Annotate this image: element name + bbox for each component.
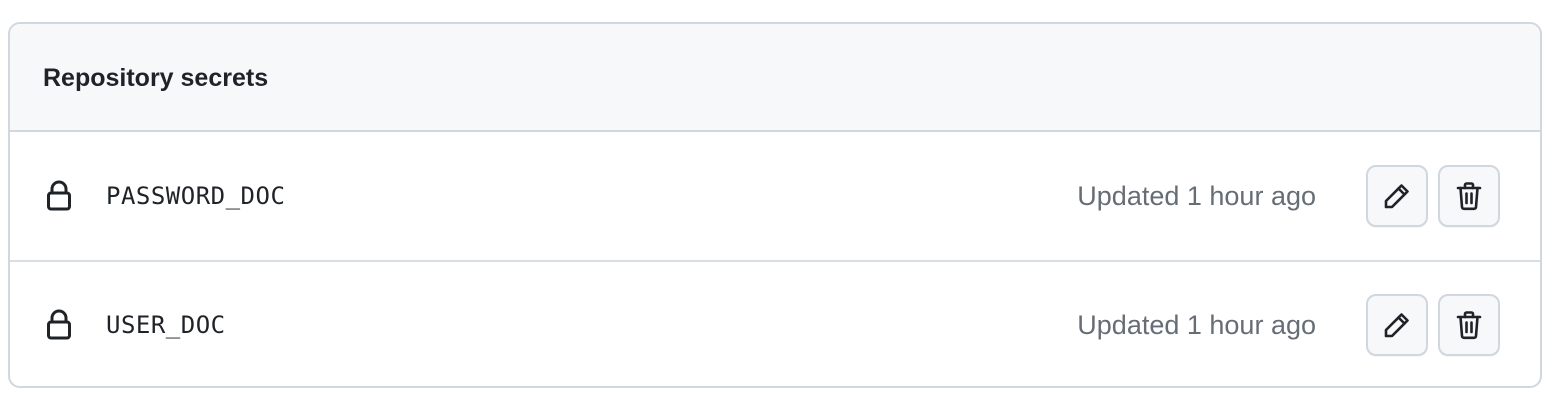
panel-title: Repository secrets [43,63,269,92]
secret-name: USER_DOC [106,311,226,339]
lock-icon [46,180,72,212]
edit-secret-button[interactable] [1366,294,1428,356]
edit-secret-button[interactable] [1366,165,1428,227]
delete-secret-button[interactable] [1438,294,1500,356]
secret-updated-time: Updated 1 hour ago [1077,180,1316,211]
trash-icon [1455,181,1483,211]
pencil-icon [1382,181,1412,211]
trash-icon [1455,310,1483,340]
secrets-panel-header: Repository secrets [10,24,1540,132]
lock-icon [46,309,72,341]
secrets-panel: Repository secrets PASSWORD_DOC Updated … [8,22,1542,388]
secret-row: PASSWORD_DOC Updated 1 hour ago [10,132,1540,260]
delete-secret-button[interactable] [1438,165,1500,227]
secret-row: USER_DOC Updated 1 hour ago [10,260,1540,386]
pencil-icon [1382,310,1412,340]
secret-name: PASSWORD_DOC [106,182,286,210]
secret-updated-time: Updated 1 hour ago [1077,309,1316,340]
